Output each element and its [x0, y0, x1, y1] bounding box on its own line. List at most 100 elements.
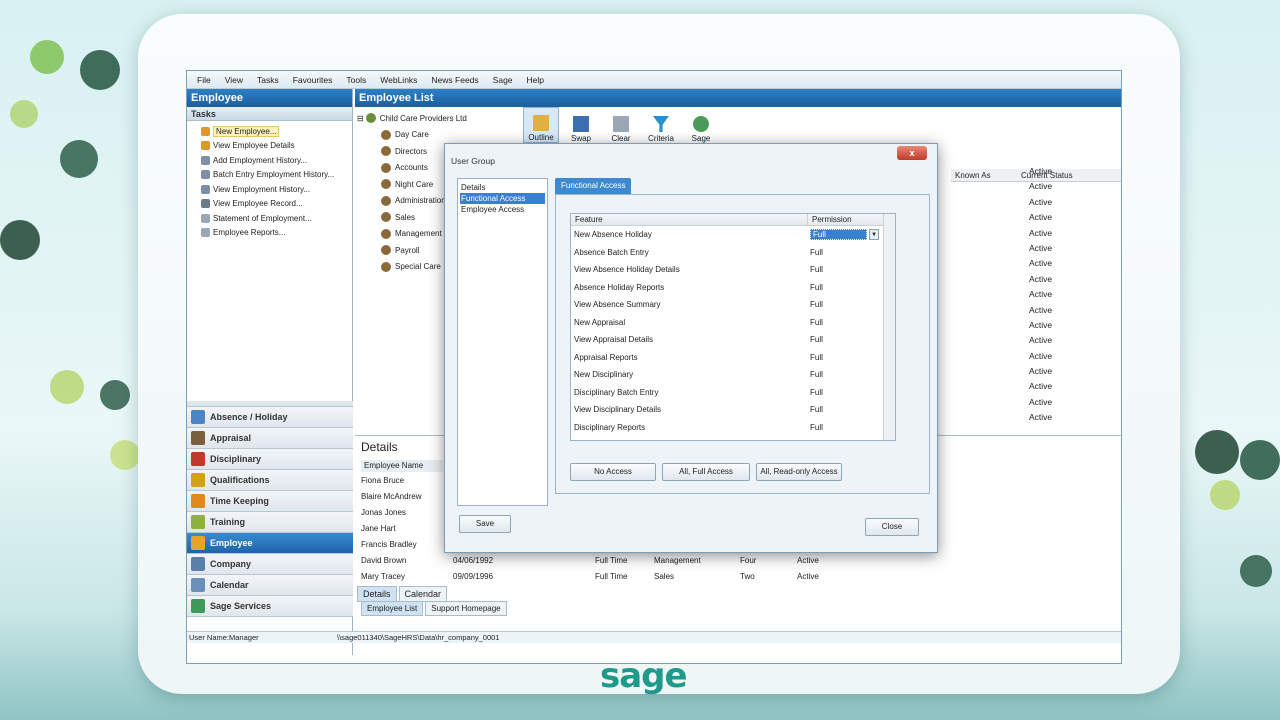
group-icon — [381, 179, 391, 190]
permission-row[interactable]: New Appraisal Full — [571, 314, 895, 332]
tab-details[interactable]: Details — [357, 586, 397, 602]
task-list: New Employee... View Employee Details Ad… — [187, 121, 352, 240]
permission-select[interactable]: Full — [810, 229, 868, 241]
task-new-employee[interactable]: New Employee... — [187, 124, 352, 139]
nav-employee-access[interactable]: Employee Access — [460, 204, 545, 215]
tab-support-homepage[interactable]: Support Homepage — [425, 601, 507, 616]
task-statement-of-employment[interactable]: Statement of Employment... — [187, 211, 352, 226]
feature-name: Appraisal Reports — [574, 352, 638, 362]
tree-root[interactable]: ⊟ Child Care Providers Ltd — [357, 110, 513, 127]
permission-row[interactable]: View Appraisal Details Full — [571, 331, 895, 349]
menu-tools[interactable]: Tools — [346, 75, 366, 85]
tab-calendar[interactable]: Calendar — [398, 586, 448, 602]
flag-icon — [191, 452, 205, 466]
module-calendar[interactable]: Calendar — [187, 575, 353, 596]
module-employee[interactable]: Employee — [187, 533, 353, 554]
all-full-access-button[interactable]: All, Full Access — [662, 463, 750, 481]
close-icon[interactable]: x — [897, 146, 927, 160]
module-appraisal[interactable]: Appraisal — [187, 428, 353, 449]
decor-dot — [1240, 555, 1272, 587]
col-feature[interactable]: Feature — [571, 214, 807, 225]
user-add-icon — [201, 126, 210, 136]
col-permission[interactable]: Permission — [807, 214, 883, 225]
col-employee-name[interactable]: Employee Name — [361, 460, 443, 472]
dialog-title: User Group — [451, 156, 495, 166]
employee-row[interactable]: Francis Bradley — [361, 540, 417, 556]
criteria-button[interactable]: Criteria — [643, 107, 679, 143]
task-batch-entry-employment-history[interactable]: Batch Entry Employment History... — [187, 168, 352, 183]
task-view-employment-history[interactable]: View Employment History... — [187, 182, 352, 197]
menu-tasks[interactable]: Tasks — [257, 75, 279, 85]
module-company[interactable]: Company — [187, 554, 353, 575]
permission-value[interactable]: Full — [807, 265, 879, 274]
permission-value[interactable]: Full — [807, 300, 879, 309]
employee-row[interactable]: David Brown 04/06/1992 Full Time Managem… — [361, 556, 819, 572]
menu-view[interactable]: View — [225, 75, 243, 85]
sage-button[interactable]: Sage — [683, 107, 719, 143]
swap-button[interactable]: Swap — [563, 107, 599, 143]
tree-item[interactable]: Day Care — [357, 127, 513, 144]
tab-area: Functional Access Feature Permission New… — [555, 178, 930, 494]
col-known-as[interactable]: Known As — [951, 171, 1005, 180]
permission-value[interactable]: Full — [807, 370, 879, 379]
employee-row[interactable]: Fiona Bruce — [361, 476, 404, 492]
employee-row[interactable]: Jane Hart — [361, 524, 396, 540]
menu-sage[interactable]: Sage — [493, 75, 513, 85]
clear-button[interactable]: Clear — [603, 107, 639, 143]
permission-value[interactable]: Full — [807, 318, 879, 327]
task-view-employee-details[interactable]: View Employee Details — [187, 139, 352, 154]
outline-button[interactable]: Outline — [523, 107, 559, 143]
nav-functional-access[interactable]: Functional Access — [460, 193, 545, 204]
permission-row[interactable]: Disciplinary Reports Full — [571, 419, 895, 437]
permission-value[interactable]: Full — [807, 388, 879, 397]
tab-employee-list[interactable]: Employee List — [361, 601, 424, 616]
tab-functional-access[interactable]: Functional Access — [555, 178, 632, 194]
permission-row[interactable]: View Disciplinary Details Full — [571, 401, 895, 419]
task-add-employment-history[interactable]: Add Employment History... — [187, 153, 352, 168]
feature-name: New Appraisal — [574, 317, 626, 327]
permission-row[interactable]: View Absence Holiday Details Full — [571, 261, 895, 279]
permission-value[interactable]: Full — [807, 248, 879, 257]
no-access-button[interactable]: No Access — [570, 463, 656, 481]
decor-dot — [1210, 480, 1240, 510]
permission-row[interactable]: New Disciplinary Full — [571, 366, 895, 384]
permission-value[interactable]: Full ▼ — [807, 229, 879, 241]
task-view-employee-record[interactable]: View Employee Record... — [187, 197, 352, 212]
menu-news-feeds[interactable]: News Feeds — [431, 75, 478, 85]
permission-row[interactable]: Absence Batch Entry Full — [571, 244, 895, 262]
permission-row[interactable]: View Absence Summary Full — [571, 296, 895, 314]
save-button[interactable]: Save — [459, 515, 511, 533]
close-button[interactable]: Close — [865, 518, 919, 536]
status-bar: User Name:Manager \\sage011340\SageHRS\D… — [187, 631, 1121, 643]
permission-value[interactable]: Full — [807, 283, 879, 292]
scrollbar[interactable] — [883, 214, 895, 440]
menu-help[interactable]: Help — [527, 75, 544, 85]
module-sage-services[interactable]: Sage Services — [187, 596, 353, 617]
permission-value[interactable]: Full — [807, 335, 879, 344]
employee-row[interactable]: Jonas Jones — [361, 508, 406, 524]
menu-file[interactable]: File — [197, 75, 211, 85]
permission-row[interactable]: Appraisal Reports Full — [571, 349, 895, 367]
permission-value[interactable]: Full — [807, 353, 879, 362]
module-time-keeping[interactable]: Time Keeping — [187, 491, 353, 512]
task-employee-reports[interactable]: Employee Reports... — [187, 226, 352, 241]
menu-favourites[interactable]: Favourites — [293, 75, 333, 85]
permission-row[interactable]: Disciplinary Batch Entry Full — [571, 384, 895, 402]
bottom-tabs: Employee List Support Homepage — [355, 601, 507, 616]
menu-weblinks[interactable]: WebLinks — [380, 75, 417, 85]
permission-row[interactable]: Absence Holiday Reports Full — [571, 279, 895, 297]
chevron-down-icon[interactable]: ▼ — [869, 229, 879, 241]
nav-details[interactable]: Details — [460, 182, 545, 193]
permission-value[interactable]: Full — [807, 405, 879, 414]
permission-row[interactable]: New Absence Holiday Full ▼ — [571, 226, 895, 244]
collapse-icon[interactable]: ⊟ — [357, 114, 364, 123]
all-read-only-access-button[interactable]: All, Read-only Access — [756, 463, 842, 481]
module-absence-holiday[interactable]: Absence / Holiday — [187, 407, 353, 428]
status-cell: Active — [1029, 273, 1053, 284]
group-icon — [381, 228, 391, 239]
employee-row[interactable]: Blaire McAndrew — [361, 492, 421, 508]
module-qualifications[interactable]: Qualifications — [187, 470, 353, 491]
module-training[interactable]: Training — [187, 512, 353, 533]
permission-value[interactable]: Full — [807, 423, 879, 432]
module-disciplinary[interactable]: Disciplinary — [187, 449, 353, 470]
